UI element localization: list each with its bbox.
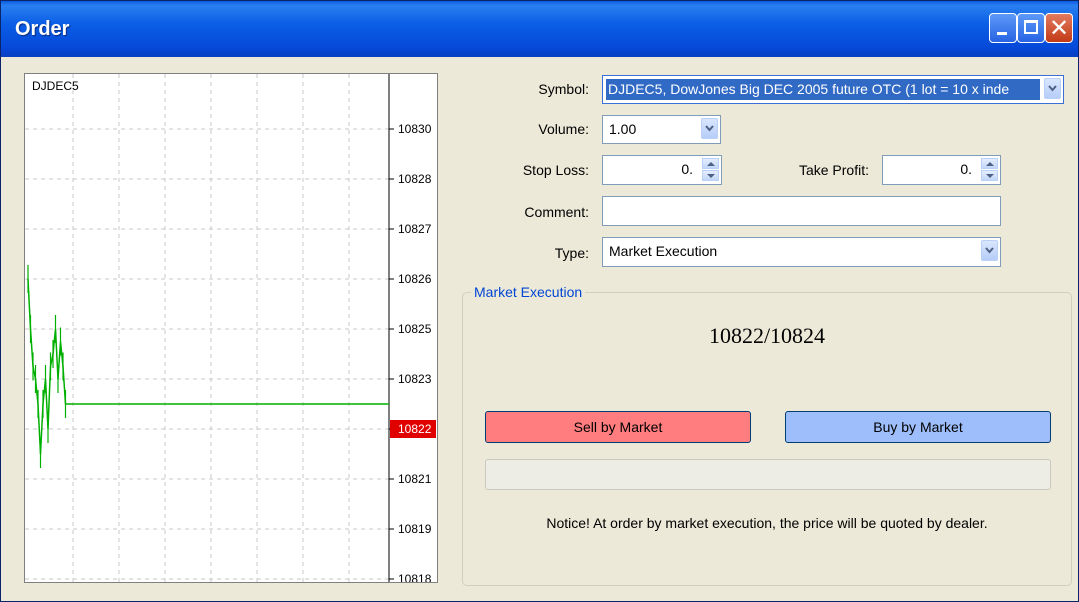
arrow-down-icon (707, 174, 715, 178)
price-chart: 10830 10828 10827 10826 10825 10823 10822 10821… (24, 73, 438, 583)
buy-by-market-button[interactable]: Buy by Market (785, 411, 1051, 443)
minimize-icon (997, 32, 1007, 35)
volume-value: 1.00 (609, 121, 637, 137)
takeprofit-value: 0. (960, 161, 972, 177)
maximize-button[interactable] (1017, 13, 1045, 43)
volume-dropdown-button[interactable] (701, 118, 718, 139)
stoploss-input[interactable]: 0. (602, 155, 722, 185)
takeprofit-up-button[interactable] (981, 158, 998, 169)
bid-ask-price: 10822/10824 (708, 323, 826, 348)
y-tick-label: 10823 (398, 372, 432, 386)
chevron-down-icon (985, 247, 994, 254)
stoploss-down-button[interactable] (702, 170, 719, 181)
symbol-label: Symbol: (538, 81, 589, 97)
order-window: Order ✕ 10830 10828 10827 10826 10825 10823 10… (0, 0, 1079, 602)
execution-progress-bar (485, 459, 1051, 490)
current-price-label: 10822 (398, 422, 432, 436)
arrow-up-icon (707, 162, 715, 166)
stoploss-label: Stop Loss: (522, 162, 589, 178)
y-tick-label: 10819 (398, 522, 432, 536)
chevron-down-icon (705, 125, 714, 132)
volume-label: Volume: (538, 121, 589, 137)
takeprofit-label: Take Profit: (798, 162, 869, 178)
notice-text: Notice! At order by market execution, th… (546, 515, 988, 531)
y-tick-label: 10821 (398, 472, 432, 486)
y-tick-label: 10818 (398, 572, 432, 582)
stoploss-spinner[interactable] (702, 158, 719, 181)
type-label: Type: (554, 245, 589, 261)
y-tick-label: 10827 (398, 222, 432, 236)
minimize-button[interactable] (989, 13, 1017, 43)
market-execution-title: Market Execution (471, 284, 586, 300)
close-icon: ✕ (1049, 14, 1070, 42)
symbol-value: DJDEC5, DowJones Big DEC 2005 future OTC… (606, 79, 1040, 100)
volume-select[interactable]: 1.00 (602, 115, 721, 144)
symbol-dropdown-button[interactable] (1044, 78, 1061, 99)
window-title: Order (15, 18, 70, 40)
stoploss-value: 0. (681, 161, 693, 177)
takeprofit-down-button[interactable] (981, 170, 998, 181)
type-value: Market Execution (609, 243, 718, 259)
y-tick-label: 10828 (398, 172, 432, 186)
sell-by-market-button[interactable]: Sell by Market (485, 411, 751, 443)
takeprofit-input[interactable]: 0. (882, 155, 1001, 185)
series-line (27, 278, 389, 455)
chevron-down-icon (1048, 85, 1057, 92)
y-tick-label: 10826 (398, 272, 432, 286)
y-tick-label: 10830 (398, 122, 432, 136)
chart-canvas: 10830 10828 10827 10826 10825 10823 10822 10821… (25, 74, 436, 582)
chart-symbol-label: DJDEC5 (32, 79, 79, 93)
maximize-icon (1024, 20, 1038, 34)
symbol-select[interactable]: DJDEC5, DowJones Big DEC 2005 future OTC… (602, 75, 1064, 104)
title-bar[interactable]: Order ✕ (1, 1, 1078, 57)
takeprofit-spinner[interactable] (981, 158, 998, 181)
y-tick-label: 10825 (398, 322, 432, 336)
comment-input[interactable] (602, 196, 1001, 226)
arrow-up-icon (986, 162, 994, 166)
stoploss-up-button[interactable] (702, 158, 719, 169)
arrow-down-icon (986, 174, 994, 178)
type-dropdown-button[interactable] (981, 240, 998, 261)
comment-label: Comment: (524, 204, 589, 220)
type-select[interactable]: Market Execution (602, 237, 1001, 267)
close-button[interactable]: ✕ (1045, 13, 1073, 43)
